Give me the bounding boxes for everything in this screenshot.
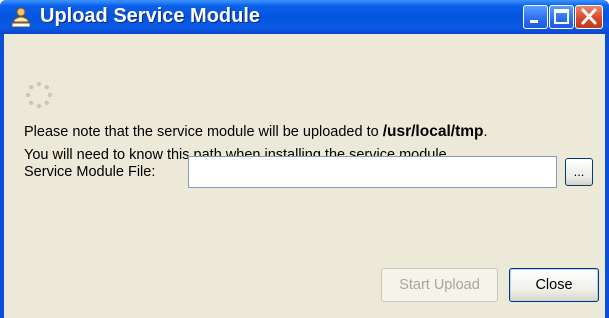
- close-button[interactable]: Close: [509, 268, 599, 302]
- upload-user-icon: [11, 7, 31, 28]
- close-icon: [581, 8, 597, 25]
- note-line-1: Please note that the service module will…: [24, 120, 488, 144]
- note-text-suffix: .: [483, 124, 488, 140]
- service-module-file-label: Service Module File:: [24, 164, 156, 180]
- loading-spinner-icon: [25, 81, 53, 109]
- upload-service-module-dialog: Upload Service Module Please note that t…: [0, 0, 609, 318]
- window-title: Upload Service Module: [40, 5, 261, 27]
- minimize-icon: [530, 20, 538, 23]
- service-module-file-input[interactable]: [188, 156, 557, 188]
- upload-path: /usr/local/tmp: [382, 123, 484, 140]
- start-upload-button[interactable]: Start Upload: [381, 268, 498, 302]
- note-text-prefix: Please note that the service module will…: [24, 124, 383, 140]
- minimize-button[interactable]: [523, 5, 548, 29]
- maximize-button[interactable]: [549, 5, 574, 29]
- maximize-icon: [554, 9, 569, 24]
- close-window-button[interactable]: [575, 5, 603, 29]
- title-bar[interactable]: Upload Service Module: [0, 0, 609, 34]
- browse-button[interactable]: ...: [565, 158, 593, 186]
